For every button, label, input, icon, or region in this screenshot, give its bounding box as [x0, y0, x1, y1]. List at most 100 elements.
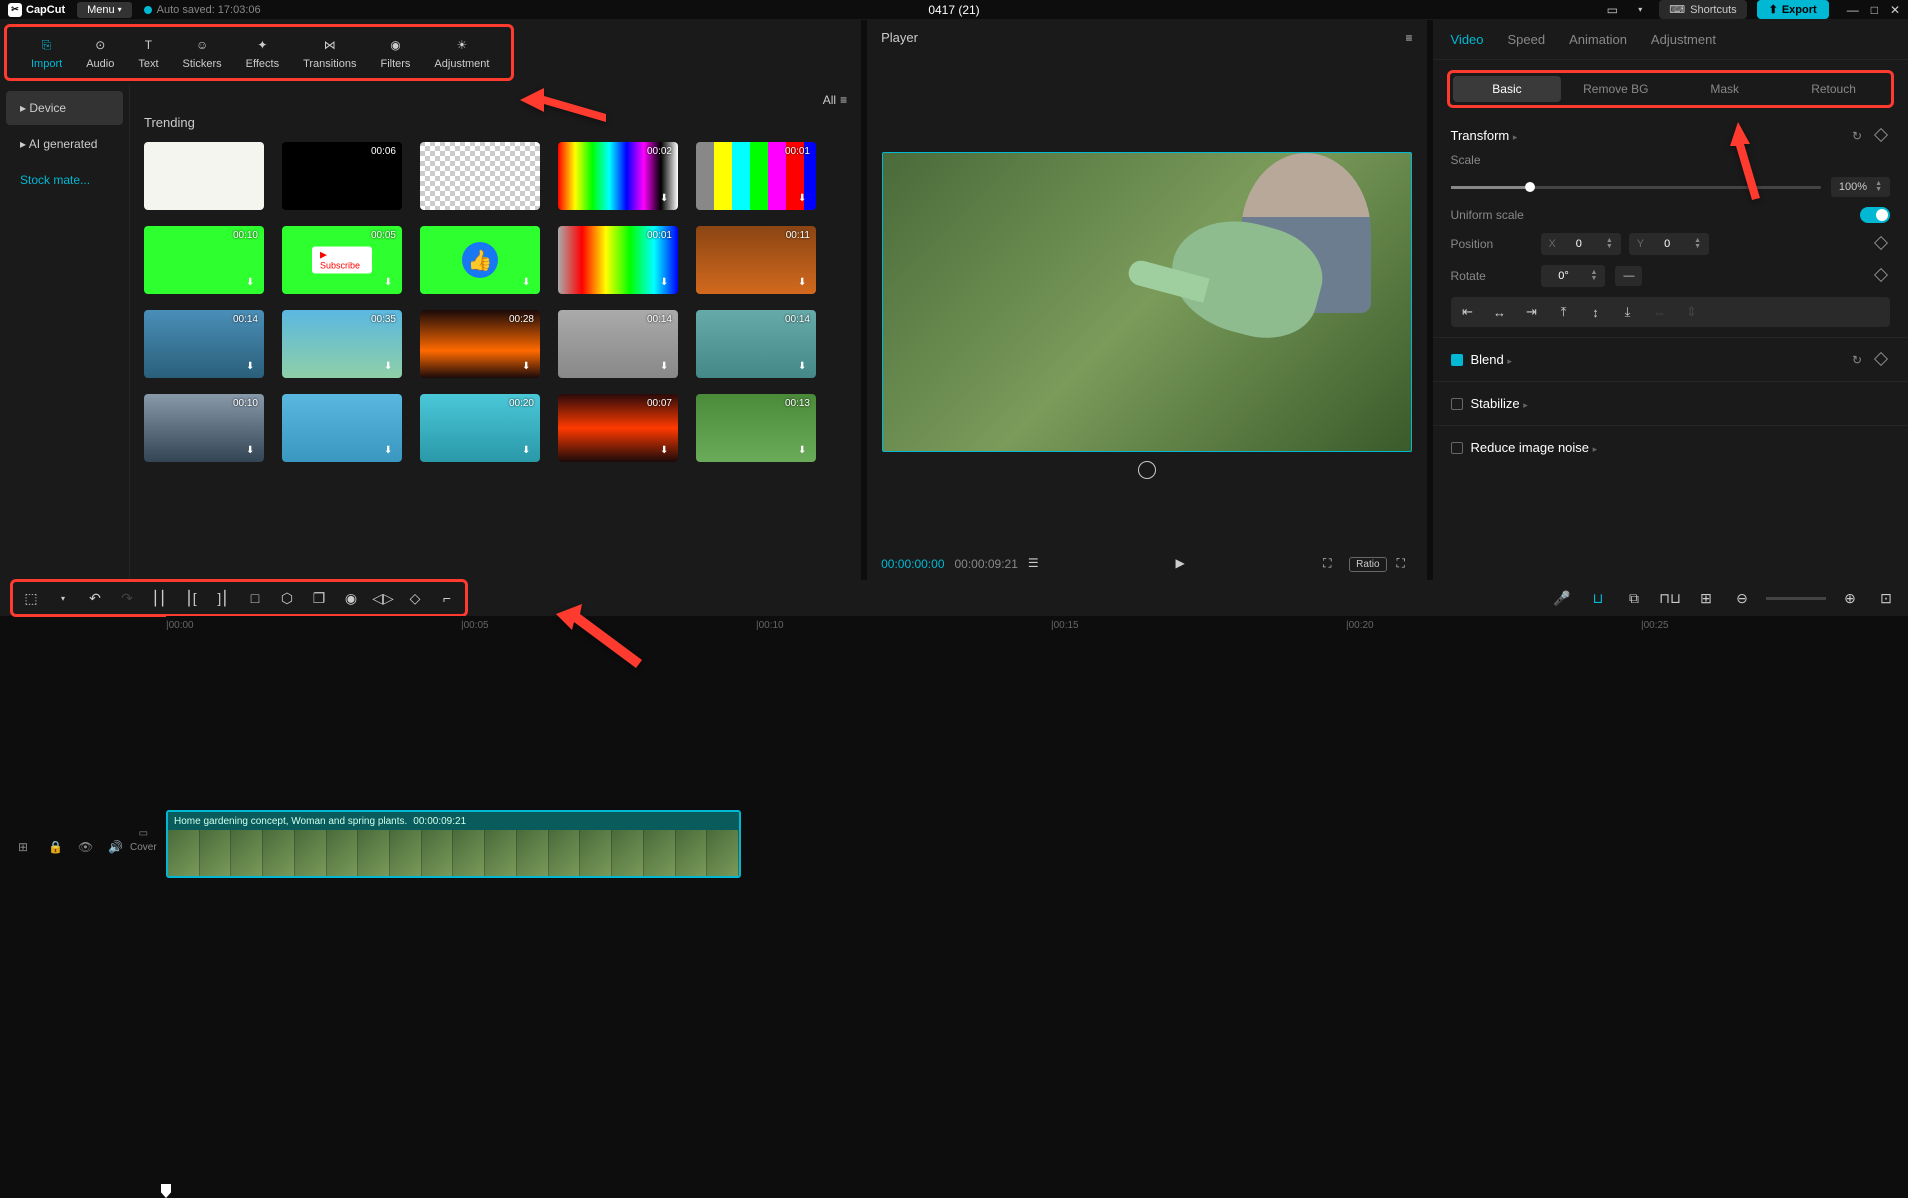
track-mute-icon[interactable]: 🔊: [108, 840, 124, 856]
download-icon[interactable]: ⬇: [522, 277, 536, 291]
blend-keyframe-icon[interactable]: [1876, 353, 1890, 367]
track-lock-icon[interactable]: 🔒: [48, 840, 64, 856]
tool-audio[interactable]: ⊙Audio: [74, 35, 126, 70]
tab-adjustment[interactable]: Adjustment: [1651, 32, 1716, 51]
media-thumb[interactable]: [144, 142, 264, 210]
select-chevron-icon[interactable]: ▾: [51, 586, 75, 610]
track-settings-icon[interactable]: ⊞: [18, 840, 34, 856]
media-thumb[interactable]: 00:14⬇: [144, 310, 264, 378]
align-center-h-button[interactable]: ↔: [1486, 300, 1514, 324]
download-icon[interactable]: ⬇: [798, 445, 812, 459]
stepper-icon[interactable]: ▲▼: [1875, 181, 1882, 193]
position-x-input[interactable]: X0 ▲▼: [1541, 233, 1621, 255]
media-thumb[interactable]: 00:13⬇: [696, 394, 816, 462]
rotate-button[interactable]: ◇: [403, 586, 427, 610]
split-button[interactable]: ⎮⎮: [147, 586, 171, 610]
rotate-input[interactable]: 0° ▲▼: [1541, 265, 1606, 287]
media-thumb[interactable]: 00:28⬇: [420, 310, 540, 378]
snap-icon[interactable]: ⊓⊔: [1658, 586, 1682, 610]
subtab-basic[interactable]: Basic: [1453, 76, 1562, 102]
download-icon[interactable]: ⬇: [660, 361, 674, 375]
media-thumb[interactable]: ⬇: [282, 394, 402, 462]
undo-button[interactable]: ↶: [83, 586, 107, 610]
tab-speed[interactable]: Speed: [1508, 32, 1546, 51]
crop-square-button[interactable]: □: [243, 586, 267, 610]
tab-animation[interactable]: Animation: [1569, 32, 1627, 51]
download-icon[interactable]: ⬇: [660, 445, 674, 459]
subtab-mask[interactable]: Mask: [1670, 76, 1779, 102]
shortcuts-button[interactable]: ⌨ Shortcuts: [1659, 0, 1746, 19]
media-thumb[interactable]: [420, 142, 540, 210]
subtab-remove-bg[interactable]: Remove BG: [1561, 76, 1670, 102]
sidebar-item-stock-mate-[interactable]: Stock mate...: [6, 163, 123, 197]
position-keyframe-icon[interactable]: [1876, 237, 1890, 251]
uniform-scale-toggle[interactable]: [1860, 207, 1890, 223]
trim-left-button[interactable]: ⎮[: [179, 586, 203, 610]
stabilize-checkbox[interactable]: [1451, 398, 1463, 410]
filter-all-button[interactable]: All ≡: [823, 93, 847, 107]
media-thumb[interactable]: ⬇👍: [420, 226, 540, 294]
tool-adjustment[interactable]: ☀Adjustment: [422, 35, 501, 70]
link-icon[interactable]: ⧉: [1622, 586, 1646, 610]
select-tool[interactable]: ⬚: [19, 586, 43, 610]
freeze-button[interactable]: ◉: [339, 586, 363, 610]
media-thumb[interactable]: 00:05⬇▶ Subscribe: [282, 226, 402, 294]
download-icon[interactable]: ⬇: [384, 445, 398, 459]
mirror-button[interactable]: ◁▷: [371, 586, 395, 610]
fullscreen-icon[interactable]: ⛶: [1397, 556, 1413, 572]
sidebar-item-device[interactable]: ▸ Device: [6, 91, 123, 125]
tool-stickers[interactable]: ☺Stickers: [171, 35, 234, 70]
effect-handle-icon[interactable]: [1138, 461, 1156, 479]
player-menu-icon[interactable]: ≡: [1405, 31, 1412, 45]
tool-text[interactable]: TText: [126, 35, 170, 70]
media-thumb[interactable]: 00:02⬇: [558, 142, 678, 210]
reset-icon[interactable]: ↻: [1852, 129, 1866, 143]
duplicate-button[interactable]: ❐: [307, 586, 331, 610]
keyframe-icon[interactable]: [1876, 129, 1890, 143]
align-right-button[interactable]: ⇥: [1518, 300, 1546, 324]
media-thumb[interactable]: 00:35⬇: [282, 310, 402, 378]
download-icon[interactable]: ⬇: [522, 445, 536, 459]
list-icon[interactable]: ☰: [1028, 556, 1044, 572]
download-icon[interactable]: ⬇: [660, 193, 674, 207]
blend-checkbox[interactable]: [1451, 354, 1463, 366]
fit-button[interactable]: ⊡: [1874, 586, 1898, 610]
media-thumb[interactable]: 00:11⬇: [696, 226, 816, 294]
align-left-button[interactable]: ⇤: [1454, 300, 1482, 324]
crop-button[interactable]: ⌐: [435, 586, 459, 610]
download-icon[interactable]: ⬇: [660, 277, 674, 291]
media-thumb[interactable]: 00:10⬇: [144, 226, 264, 294]
noise-section[interactable]: Reduce image noise ▸: [1433, 425, 1908, 469]
media-thumb[interactable]: 00:06: [282, 142, 402, 210]
zoom-out-button[interactable]: ⊖: [1730, 586, 1754, 610]
rotate-keyframe-icon[interactable]: [1876, 269, 1890, 283]
position-y-input[interactable]: Y0 ▲▼: [1629, 233, 1709, 255]
align-center-v-button[interactable]: ↕: [1582, 300, 1610, 324]
tool-transitions[interactable]: ⋈Transitions: [291, 35, 368, 70]
timeline-ruler[interactable]: |00:00|00:05|00:10|00:15|00:20|00:25: [166, 616, 1908, 640]
layout-chevron-icon[interactable]: ▾: [1631, 1, 1649, 19]
blend-reset-icon[interactable]: ↻: [1852, 353, 1866, 367]
ratio-button[interactable]: Ratio: [1349, 557, 1386, 572]
media-thumb[interactable]: 00:01⬇: [696, 142, 816, 210]
cover-button[interactable]: ▭ Cover: [130, 828, 157, 853]
download-icon[interactable]: ⬇: [246, 445, 260, 459]
play-button[interactable]: ▶: [1176, 556, 1192, 572]
media-thumb[interactable]: 00:20⬇: [420, 394, 540, 462]
track-visibility-icon[interactable]: 👁: [78, 840, 94, 856]
zoom-in-button[interactable]: ⊕: [1838, 586, 1862, 610]
scale-value[interactable]: 100% ▲▼: [1831, 177, 1890, 197]
tool-effects[interactable]: ✦Effects: [234, 35, 291, 70]
align-bottom-button[interactable]: ⤓: [1614, 300, 1642, 324]
menu-button[interactable]: Menu▾: [77, 2, 132, 18]
noise-checkbox[interactable]: [1451, 442, 1463, 454]
download-icon[interactable]: ⬇: [384, 361, 398, 375]
stabilize-section[interactable]: Stabilize ▸: [1433, 381, 1908, 425]
trim-right-button[interactable]: ]⎮: [211, 586, 235, 610]
download-icon[interactable]: ⬇: [246, 361, 260, 375]
media-thumb[interactable]: 00:14⬇: [558, 310, 678, 378]
layout-icon[interactable]: ▭: [1603, 1, 1621, 19]
align-top-button[interactable]: ⤒: [1550, 300, 1578, 324]
tool-import[interactable]: ⎘Import: [19, 35, 74, 70]
media-thumb[interactable]: 00:07⬇: [558, 394, 678, 462]
